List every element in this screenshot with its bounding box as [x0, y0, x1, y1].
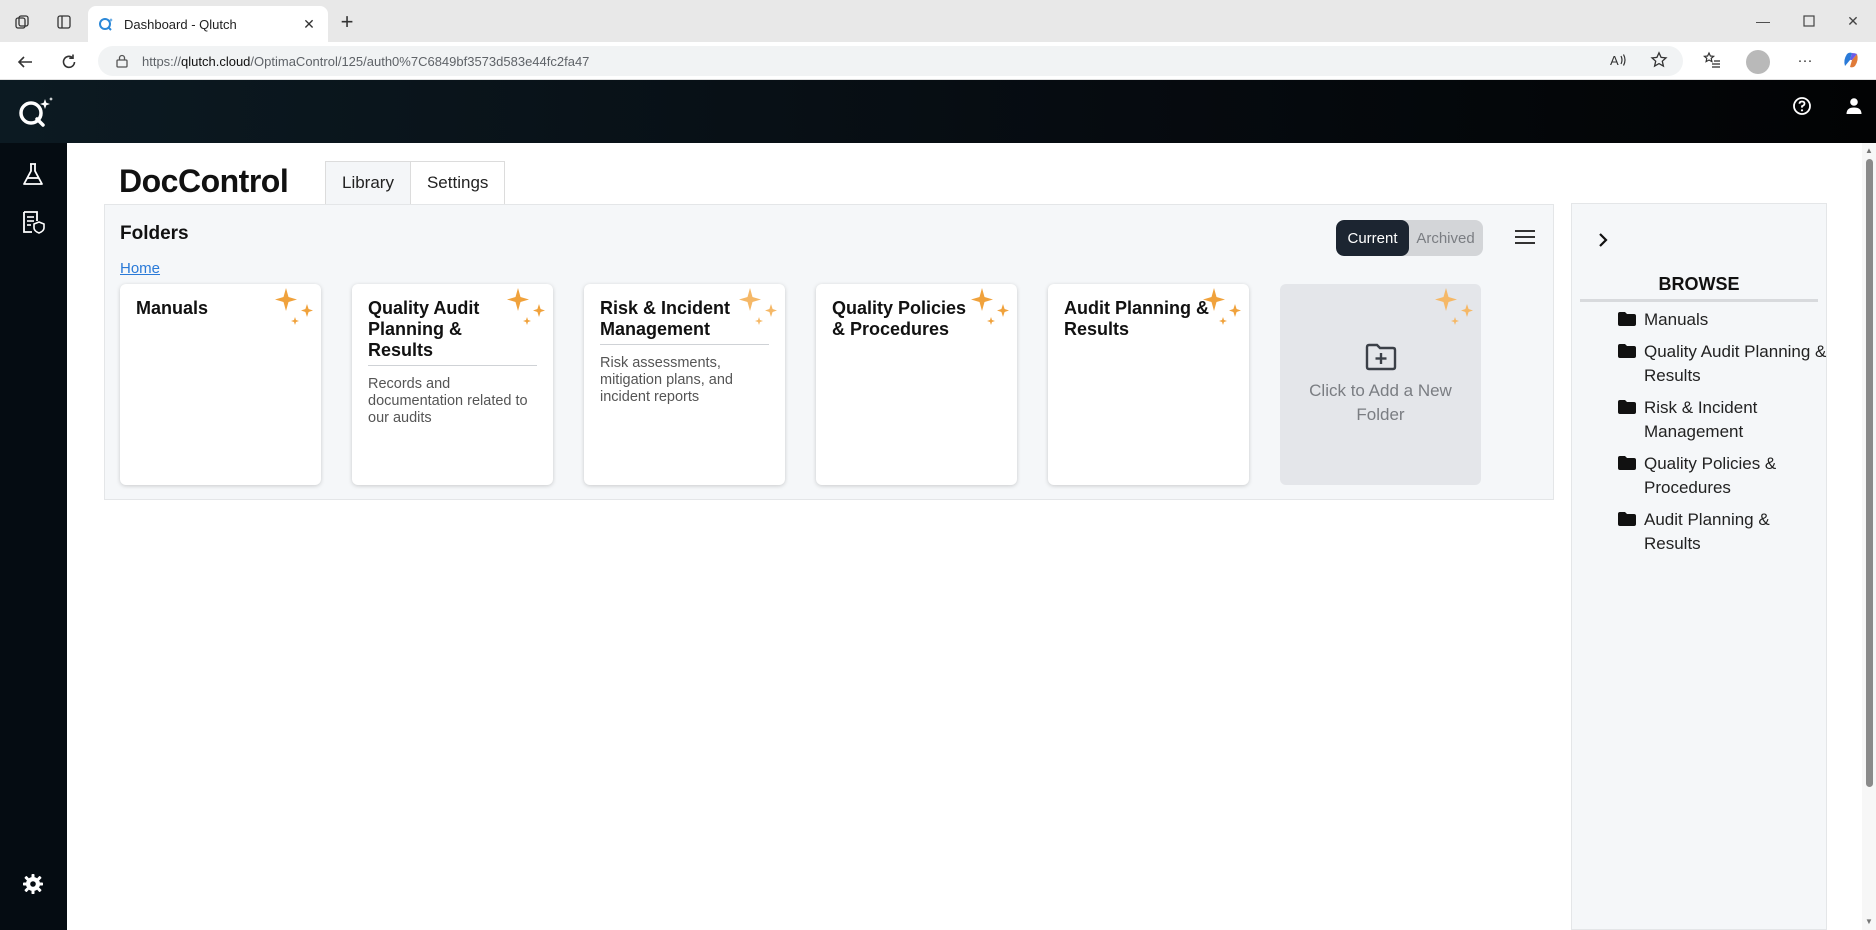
folder-card-description: Risk assessments, mitigation plans, and …	[600, 355, 733, 405]
card-divider	[600, 344, 769, 345]
browser-address-bar: https://qlutch.cloud/OptimaControl/125/a…	[0, 42, 1876, 80]
browse-heading: BROWSE	[1580, 274, 1818, 302]
breadcrumb-home-link[interactable]: Home	[120, 260, 160, 277]
read-aloud-icon[interactable]: A	[1606, 47, 1632, 73]
tab-settings[interactable]: Settings	[410, 161, 506, 204]
folder-card-quality-audit[interactable]: Quality Audit Planning & Results Records…	[352, 284, 553, 485]
page-tabs: Library Settings	[325, 161, 506, 204]
minimize-icon[interactable]: —	[1740, 8, 1786, 34]
refresh-icon[interactable]	[56, 49, 82, 75]
folders-panel: Folders Home Current Archived Manuals Qu…	[104, 204, 1554, 500]
scroll-up-icon[interactable]: ▲	[1865, 147, 1873, 155]
browse-item-quality-policies[interactable]: Quality Policies & Procedures	[1572, 452, 1828, 500]
folder-card-audit-planning[interactable]: Audit Planning & Results	[1048, 284, 1249, 485]
folder-card-manuals[interactable]: Manuals	[120, 284, 321, 485]
folder-icon	[1618, 456, 1636, 470]
tab-actions-icon[interactable]	[52, 10, 76, 34]
help-icon[interactable]	[1790, 94, 1814, 118]
flask-icon[interactable]	[19, 160, 47, 188]
folder-card-description: Records and documentation related to our…	[368, 376, 528, 426]
page-scrollbar[interactable]: ▲ ▼	[1862, 143, 1876, 930]
favorites-list-icon[interactable]	[1699, 47, 1725, 73]
qlutch-logo-icon[interactable]	[18, 96, 54, 128]
hamburger-menu-icon[interactable]	[1514, 228, 1536, 246]
tab-library[interactable]: Library	[325, 161, 411, 204]
sparkle-icon	[739, 288, 777, 325]
sparkle-icon	[507, 288, 545, 325]
maximize-icon[interactable]	[1786, 8, 1832, 34]
qlutch-favicon-icon	[98, 16, 114, 32]
browser-tab-active[interactable]: Dashboard - Qlutch ✕	[88, 6, 328, 42]
tab-title: Dashboard - Qlutch	[124, 16, 237, 32]
browse-item-label: Quality Policies & Procedures	[1644, 454, 1777, 497]
workspaces-icon[interactable]	[10, 10, 34, 34]
lock-icon	[112, 51, 132, 71]
svg-text:A: A	[1610, 53, 1619, 68]
close-window-icon[interactable]: ✕	[1830, 8, 1876, 34]
tab-close-icon[interactable]: ✕	[300, 16, 318, 33]
browse-folder-list: Manuals Quality Audit Planning & Results…	[1572, 308, 1828, 564]
folder-icon	[1618, 400, 1636, 414]
scroll-down-icon[interactable]: ▼	[1865, 918, 1873, 926]
current-archived-toggle: Current Archived	[1336, 220, 1483, 256]
folder-card-quality-policies[interactable]: Quality Policies & Procedures	[816, 284, 1017, 485]
browse-item-label: Quality Audit Planning & Results	[1644, 342, 1827, 385]
folder-icon	[1618, 344, 1636, 358]
user-icon[interactable]	[1842, 94, 1866, 118]
folder-card-risk-incident[interactable]: Risk & Incident Management Risk assessme…	[584, 284, 785, 485]
toggle-archived[interactable]: Archived	[1409, 220, 1482, 256]
browse-item-risk-incident[interactable]: Risk & Incident Management	[1572, 396, 1828, 444]
sparkle-icon	[1435, 288, 1473, 325]
copilot-icon[interactable]	[1838, 47, 1864, 73]
app-header	[0, 80, 1876, 143]
folder-icon	[1618, 312, 1636, 326]
settings-gear-icon[interactable]	[19, 870, 47, 898]
card-divider	[368, 365, 537, 366]
add-folder-card[interactable]: Click to Add a New Folder	[1280, 284, 1481, 485]
browse-item-label: Manuals	[1644, 310, 1709, 329]
profile-avatar-icon[interactable]	[1746, 50, 1770, 74]
url-field[interactable]: https://qlutch.cloud/OptimaControl/125/a…	[98, 46, 1683, 76]
back-arrow-icon[interactable]	[12, 49, 38, 75]
folder-icon	[1618, 512, 1636, 526]
browse-item-quality-audit[interactable]: Quality Audit Planning & Results	[1572, 340, 1828, 388]
chevron-right-icon[interactable]	[1594, 231, 1612, 249]
sparkle-icon	[971, 288, 1009, 325]
browse-item-label: Audit Planning & Results	[1644, 510, 1770, 553]
more-options-icon[interactable]: ···	[1792, 47, 1818, 73]
url-text: https://qlutch.cloud/OptimaControl/125/a…	[142, 53, 590, 69]
sparkle-icon	[275, 288, 313, 325]
toggle-current[interactable]: Current	[1336, 220, 1409, 256]
scrollbar-thumb[interactable]	[1866, 159, 1873, 787]
sparkle-icon	[1203, 288, 1241, 325]
browser-tab-bar: Dashboard - Qlutch ✕ + — ✕	[0, 0, 1876, 42]
page-title: DocControl	[119, 163, 289, 199]
browse-item-audit-planning[interactable]: Audit Planning & Results	[1572, 508, 1828, 556]
left-nav-rail	[0, 143, 67, 930]
browse-item-label: Risk & Incident Management	[1644, 398, 1758, 441]
browse-item-manuals[interactable]: Manuals	[1572, 308, 1828, 332]
document-shield-icon[interactable]	[19, 208, 47, 236]
folders-heading: Folders	[120, 223, 189, 244]
folder-plus-icon	[1365, 343, 1396, 370]
new-tab-button[interactable]: +	[334, 9, 360, 35]
add-folder-label: Click to Add a New Folder	[1309, 380, 1452, 424]
favorite-star-icon[interactable]	[1646, 47, 1672, 73]
browse-sidebar: BROWSE Manuals Quality Audit Planning & …	[1571, 203, 1827, 930]
